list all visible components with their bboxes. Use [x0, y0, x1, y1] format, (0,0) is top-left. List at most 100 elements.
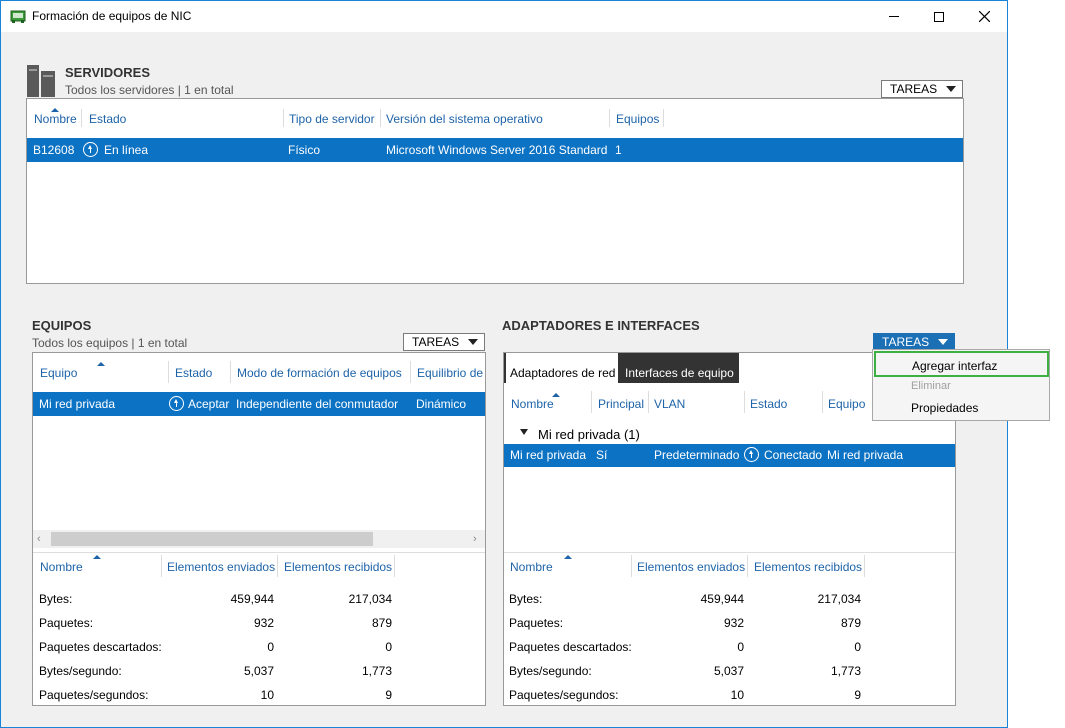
minimize-button[interactable]: [871, 1, 917, 32]
nic-teaming-window: Formación de equipos de NIC SERVIDORES T…: [0, 0, 1008, 728]
stat-received: 217,034: [348, 592, 392, 606]
tab-adaptadores-red[interactable]: Adaptadores de red: [504, 353, 618, 383]
stat-received: 9: [854, 688, 861, 702]
menu-item-label: Agregar interfaz: [912, 359, 998, 373]
col-header-version-so[interactable]: Versión del sistema operativo: [386, 112, 543, 126]
stat-label: Paquetes descartados:: [39, 640, 162, 654]
col-header-tipo-servidor[interactable]: Tipo de servidor: [289, 112, 375, 126]
interface-status: Conectado: [764, 448, 823, 462]
column-divider: [822, 391, 823, 413]
stat-received: 1,773: [361, 664, 392, 678]
servers-subtitle: Todos los servidores | 1 en total: [65, 83, 234, 97]
stat-label: Paquetes/segundos:: [509, 688, 619, 702]
stats-col-enviados[interactable]: Elementos enviados: [167, 560, 275, 574]
col-header-modo[interactable]: Modo de formación de equipos: [237, 366, 402, 380]
column-divider: [283, 109, 284, 127]
server-status: En línea: [104, 143, 149, 157]
menu-item-agregar-interfaz[interactable]: Agregar interfaz: [874, 351, 1049, 377]
col-header-nombre[interactable]: Nombre: [34, 112, 77, 126]
team-balance: Dinámico: [416, 397, 467, 411]
stat-label: Paquetes:: [509, 616, 564, 630]
online-status-icon: [83, 142, 98, 157]
menu-item-eliminar[interactable]: Eliminar: [874, 380, 1049, 400]
teams-subtitle: Todos los equipos | 1 en total: [32, 336, 188, 350]
stat-received: 1,773: [830, 664, 861, 678]
sort-ascending-icon: [93, 555, 101, 559]
column-divider: [161, 555, 162, 577]
scroll-right-icon[interactable]: ›: [473, 533, 477, 545]
col-header-equipo[interactable]: Equipo: [828, 397, 865, 411]
scrollbar-thumb[interactable]: [51, 532, 373, 546]
stat-sent: 0: [267, 640, 274, 654]
servers-icon: [27, 65, 55, 97]
stat-sent: 932: [253, 616, 274, 630]
stat-received: 879: [371, 616, 392, 630]
col-header-principal[interactable]: Principal: [598, 397, 644, 411]
stats-col-nombre[interactable]: Nombre: [40, 560, 83, 574]
chevron-down-icon: [468, 339, 478, 345]
stat-sent: 459,944: [230, 592, 274, 606]
col-header-estado[interactable]: Estado: [750, 397, 787, 411]
servers-tasks-button[interactable]: TAREAS: [881, 80, 963, 98]
stat-label: Bytes/segundo:: [39, 664, 122, 678]
col-header-estado[interactable]: Estado: [89, 112, 126, 126]
stat-label: Paquetes descartados:: [509, 640, 632, 654]
maximize-button[interactable]: [916, 1, 962, 32]
menu-item-propiedades[interactable]: Propiedades: [874, 400, 1049, 420]
menu-item-label: Propiedades: [911, 401, 979, 415]
stat-sent: 5,037: [243, 664, 274, 678]
stat-received: 217,034: [817, 592, 861, 606]
stat-received: 0: [854, 640, 861, 654]
column-divider: [663, 109, 664, 127]
column-divider: [394, 555, 395, 577]
adapters-title: ADAPTADORES E INTERFACES: [502, 318, 700, 333]
column-divider: [609, 109, 610, 127]
col-header-equipo[interactable]: Equipo: [40, 366, 77, 380]
stat-received: 0: [385, 640, 392, 654]
divider: [504, 552, 955, 553]
col-header-equipos[interactable]: Equipos: [616, 112, 659, 126]
stat-sent: 10: [260, 688, 274, 702]
menu-item-label: Eliminar: [911, 380, 951, 392]
col-header-equilibrio[interactable]: Equilibrio de: [417, 366, 485, 380]
stat-label: Paquetes/segundos:: [39, 688, 149, 702]
col-header-nombre[interactable]: Nombre: [511, 397, 554, 411]
column-divider: [864, 555, 865, 577]
connected-status-icon: [744, 447, 759, 462]
stat-sent: 459,944: [700, 592, 744, 606]
team-name: Mi red privada: [39, 397, 116, 411]
group-label: Mi red privada (1): [538, 427, 640, 442]
stats-col-recibidos[interactable]: Elementos recibidos: [284, 560, 392, 574]
divider: [33, 552, 485, 553]
servers-table: Nombre Estado Tipo de servidor Versión d…: [26, 98, 964, 284]
table-row[interactable]: B12608 En línea Físico Microsoft Windows…: [27, 138, 963, 162]
chevron-down-icon: [938, 339, 948, 345]
column-divider: [410, 361, 411, 383]
interface-vlan: Predeterminado: [654, 448, 740, 462]
column-divider: [277, 555, 278, 577]
servers-tasks-label: TAREAS: [890, 82, 938, 96]
stat-sent: 0: [737, 640, 744, 654]
stats-col-recibidos[interactable]: Elementos recibidos: [754, 560, 862, 574]
minimize-icon: [889, 16, 899, 17]
column-divider: [744, 391, 745, 413]
stat-label: Bytes:: [39, 592, 73, 606]
teams-tasks-button[interactable]: TAREAS: [403, 333, 485, 351]
adapters-tasks-label: TAREAS: [882, 335, 930, 349]
table-row[interactable]: Mi red privada Aceptar Independiente del…: [33, 392, 485, 416]
nic-teaming-app-icon: [10, 10, 26, 23]
maximize-icon: [934, 11, 944, 22]
close-button[interactable]: [961, 1, 1007, 32]
table-row[interactable]: Mi red privada Sí Predeterminado Conecta…: [504, 444, 955, 467]
tab-interfaces-equipo[interactable]: Interfaces de equipo: [618, 353, 739, 383]
stat-sent: 932: [723, 616, 744, 630]
col-header-vlan[interactable]: VLAN: [654, 397, 685, 411]
horizontal-scrollbar[interactable]: ‹ ›: [33, 530, 485, 548]
title-bar: Formación de equipos de NIC: [1, 1, 1007, 32]
collapse-group-icon[interactable]: [520, 429, 528, 435]
stats-col-nombre[interactable]: Nombre: [510, 560, 553, 574]
tab-label: Interfaces de equipo: [625, 366, 734, 380]
stats-col-enviados[interactable]: Elementos enviados: [637, 560, 745, 574]
scroll-left-icon[interactable]: ‹: [37, 533, 41, 545]
col-header-estado[interactable]: Estado: [175, 366, 212, 380]
